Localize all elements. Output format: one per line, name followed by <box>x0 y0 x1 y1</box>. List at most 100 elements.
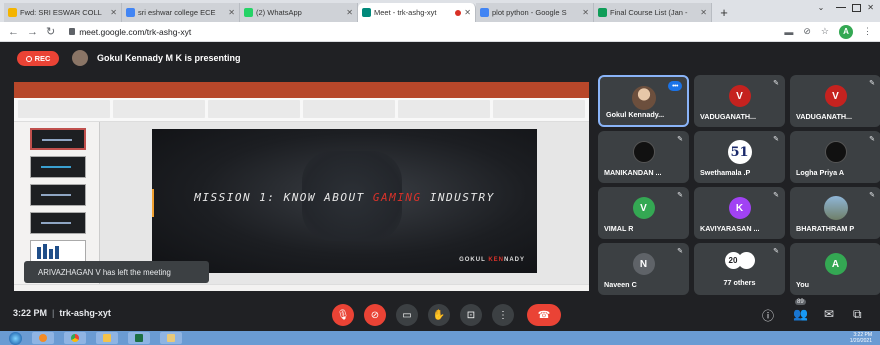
mic-muted-icon: ✎ <box>773 192 779 199</box>
browser-tab[interactable]: Final Course List (Jan - ✕ <box>594 3 712 22</box>
minimize-icon[interactable] <box>836 7 847 8</box>
tab-title: Meet - trk-ashg-xyt <box>374 8 437 17</box>
url-field[interactable]: meet.google.com/trk-ashg-xyt <box>69 27 191 37</box>
close-tab-icon[interactable]: ✕ <box>700 8 707 17</box>
people-button[interactable]: 89 👥 <box>793 299 808 321</box>
activities-icon[interactable]: ⧉ <box>853 307 862 322</box>
tab-search-icon[interactable]: ⌄ <box>818 3 825 12</box>
presenter-avatar <box>72 50 88 66</box>
participant-avatar: V <box>632 197 655 219</box>
system-clock[interactable]: 3:22 PM 1/20/2021 <box>850 332 872 344</box>
participant-tile[interactable]: 20 77 others ✎ <box>694 243 785 295</box>
participant-tile[interactable]: V VADUGANATH... ✎ <box>694 75 785 127</box>
slide-title: MISSION 1: KNOW ABOUT GAMING INDUSTRY <box>194 191 495 204</box>
tab-title: plot python - Google S <box>492 8 567 17</box>
slide-thumbnail <box>30 212 86 234</box>
browser-tab[interactable]: sri eshwar college ECE ✕ <box>122 3 240 22</box>
browser-tab[interactable]: Meet - trk-ashg-xyt ✕ <box>358 3 476 22</box>
camera-indicator-icon[interactable]: ▬ <box>784 27 793 37</box>
reload-icon[interactable]: ↻ <box>46 25 55 38</box>
others-label: 77 others <box>723 278 756 287</box>
ppt-titlebar <box>14 82 589 91</box>
presenting-banner: Gokul Kennady M K is presenting <box>72 50 241 66</box>
participant-avatar: V <box>824 85 847 107</box>
participant-name: MANIKANDAN ... <box>604 168 662 177</box>
recording-indicator[interactable]: REC <box>17 51 59 66</box>
participant-tile[interactable]: K KAVIYARASAN ... ✎ <box>694 187 785 239</box>
favicon-icon <box>126 8 135 17</box>
browser-tab[interactable]: (2) WhatsApp ✕ <box>240 3 358 22</box>
participant-name: BHARATHRAM P <box>796 224 855 233</box>
others-avatars: 20 <box>724 252 755 269</box>
participant-avatar: A <box>824 253 847 275</box>
chat-icon[interactable]: ✉ <box>824 307 834 321</box>
menu-kebab-icon[interactable]: ⋮ <box>863 26 872 37</box>
extension-icon[interactable]: ⊘ <box>803 26 811 37</box>
leave-call-button[interactable]: ☎ <box>527 304 561 326</box>
mic-muted-icon: ✎ <box>869 192 875 199</box>
browser-tab[interactable]: plot python - Google S ✕ <box>476 3 594 22</box>
participant-tile[interactable]: MANIKANDAN ... ✎ <box>598 131 689 183</box>
close-tab-icon[interactable]: ✕ <box>464 8 471 17</box>
slide-thumbnail <box>30 128 86 150</box>
ppt-menu <box>14 91 589 98</box>
more-options-button[interactable]: ⋮ <box>492 304 514 326</box>
profile-avatar[interactable]: A <box>839 24 853 39</box>
participant-tile[interactable]: 51 Swethamala .P ✎ <box>694 131 785 183</box>
explorer-icon[interactable] <box>96 332 118 344</box>
favicon-icon <box>480 8 489 17</box>
favicon-icon <box>598 8 607 17</box>
camera-toggle-button[interactable]: ⊘ <box>364 304 386 326</box>
participant-avatar: N <box>632 253 655 275</box>
folder-icon[interactable] <box>160 332 182 344</box>
meeting-details[interactable]: 3:22 PM | trk-ashg-xyt <box>13 308 111 318</box>
participant-photo <box>823 196 848 220</box>
participant-name: KAVIYARASAN ... <box>700 224 760 233</box>
close-tab-icon[interactable]: ✕ <box>346 8 353 17</box>
tab-title: (2) WhatsApp <box>256 8 302 17</box>
excel-icon[interactable] <box>128 332 150 344</box>
hand-icon: ✋ <box>432 309 446 321</box>
mic-toggle-button[interactable]: 🎙 <box>332 304 354 326</box>
close-window-icon[interactable]: ✕ <box>867 3 874 12</box>
more-vert-icon: ⋮ <box>498 309 508 321</box>
ppt-statusbar <box>14 284 589 291</box>
participant-tile[interactable]: N Naveen C ✎ <box>598 243 689 295</box>
participant-name: Logha Priya A <box>796 168 845 177</box>
back-icon[interactable]: ← <box>8 26 19 38</box>
participant-name: You <box>796 280 810 289</box>
participant-tile[interactable]: V VADUGANATH... ✎ <box>790 75 880 127</box>
mic-muted-icon: ✎ <box>869 80 875 87</box>
participant-tile[interactable]: Logha Priya A ✎ <box>790 131 880 183</box>
bookmark-star-icon[interactable]: ☆ <box>821 26 829 37</box>
slide-thumbnail <box>30 184 86 206</box>
url-text: meet.google.com/trk-ashg-xyt <box>79 26 192 37</box>
participant-tile[interactable]: ••• Gokul Kennady... <box>598 75 689 127</box>
present-button[interactable]: ⊡ <box>460 304 482 326</box>
present-icon: ⊡ <box>466 309 476 321</box>
close-tab-icon[interactable]: ✕ <box>228 8 235 17</box>
ppt-ribbon <box>14 98 589 122</box>
slide-thumbnail <box>30 240 86 262</box>
meeting-time: 3:22 PM <box>13 308 48 318</box>
participant-tile[interactable]: A You <box>790 243 880 295</box>
raise-hand-button[interactable]: ✋ <box>428 304 450 326</box>
browser-tab[interactable]: Fwd: SRI ESWAR COLL ✕ <box>4 3 122 22</box>
chrome-icon[interactable] <box>64 332 86 344</box>
close-tab-icon[interactable]: ✕ <box>110 8 117 17</box>
start-button-icon[interactable] <box>9 331 22 345</box>
participant-tile[interactable]: BHARATHRAM P ✎ <box>790 187 880 239</box>
media-player-icon[interactable] <box>32 332 54 344</box>
forward-icon[interactable]: → <box>27 26 38 38</box>
captions-button[interactable]: ▭ <box>396 304 418 326</box>
info-icon[interactable]: ⓘ <box>762 307 774 324</box>
close-tab-icon[interactable]: ✕ <box>582 8 589 17</box>
new-tab-button[interactable]: + <box>716 3 732 22</box>
captions-icon: ▭ <box>402 309 412 321</box>
more-options-icon[interactable]: ••• <box>668 81 682 91</box>
participant-tile[interactable]: V VIMAL R ✎ <box>598 187 689 239</box>
mic-muted-icon: ✎ <box>773 136 779 143</box>
browser-tabstrip: Fwd: SRI ESWAR COLL ✕ sri eshwar college E… <box>0 0 880 22</box>
mic-muted-icon: ✎ <box>677 248 683 255</box>
maximize-icon[interactable] <box>852 3 862 12</box>
